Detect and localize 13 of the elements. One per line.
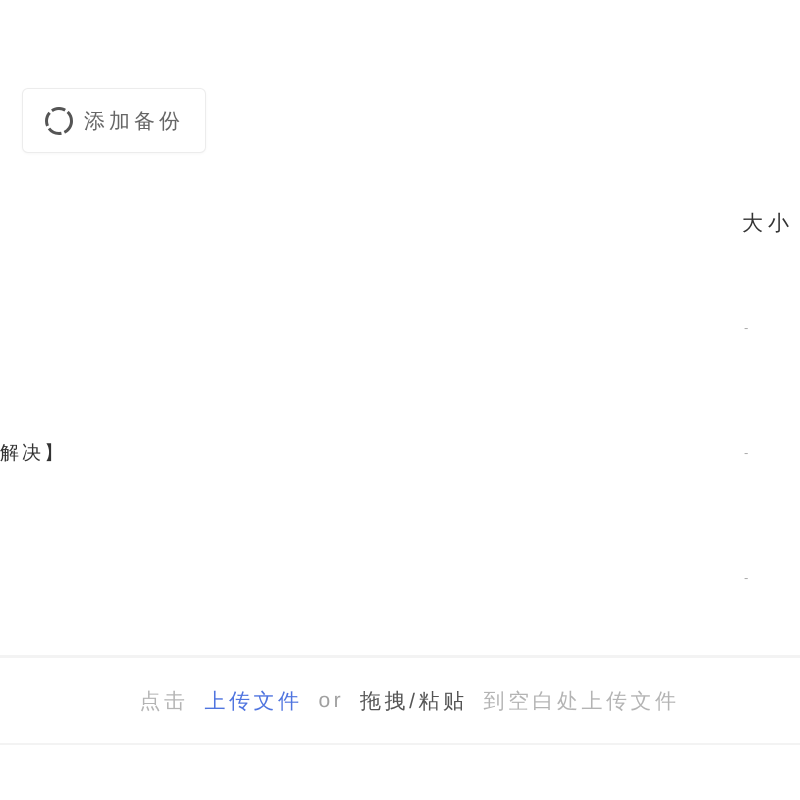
hint-text: 到空白处上传文件 bbox=[484, 688, 680, 714]
or-text: or bbox=[318, 688, 344, 712]
drag-paste-text: 拖拽/粘贴 bbox=[360, 688, 468, 714]
upload-drop-zone[interactable]: 点击 上传文件 or 拖拽/粘贴 到空白处上传文件 bbox=[0, 655, 800, 745]
file-size-cell-text: - bbox=[743, 444, 750, 462]
size-column-header: 大小 bbox=[742, 210, 795, 236]
upload-file-link[interactable]: 上传文件 bbox=[204, 686, 302, 714]
file-size-cell-text: - bbox=[743, 569, 750, 587]
file-size-cell-text: - bbox=[743, 319, 750, 337]
spinner-icon bbox=[44, 106, 74, 136]
add-backup-button[interactable]: 添加备份 bbox=[22, 88, 206, 153]
file-name-cell-text: 解决】 bbox=[0, 442, 67, 466]
hint-text: 点击 bbox=[139, 688, 188, 714]
